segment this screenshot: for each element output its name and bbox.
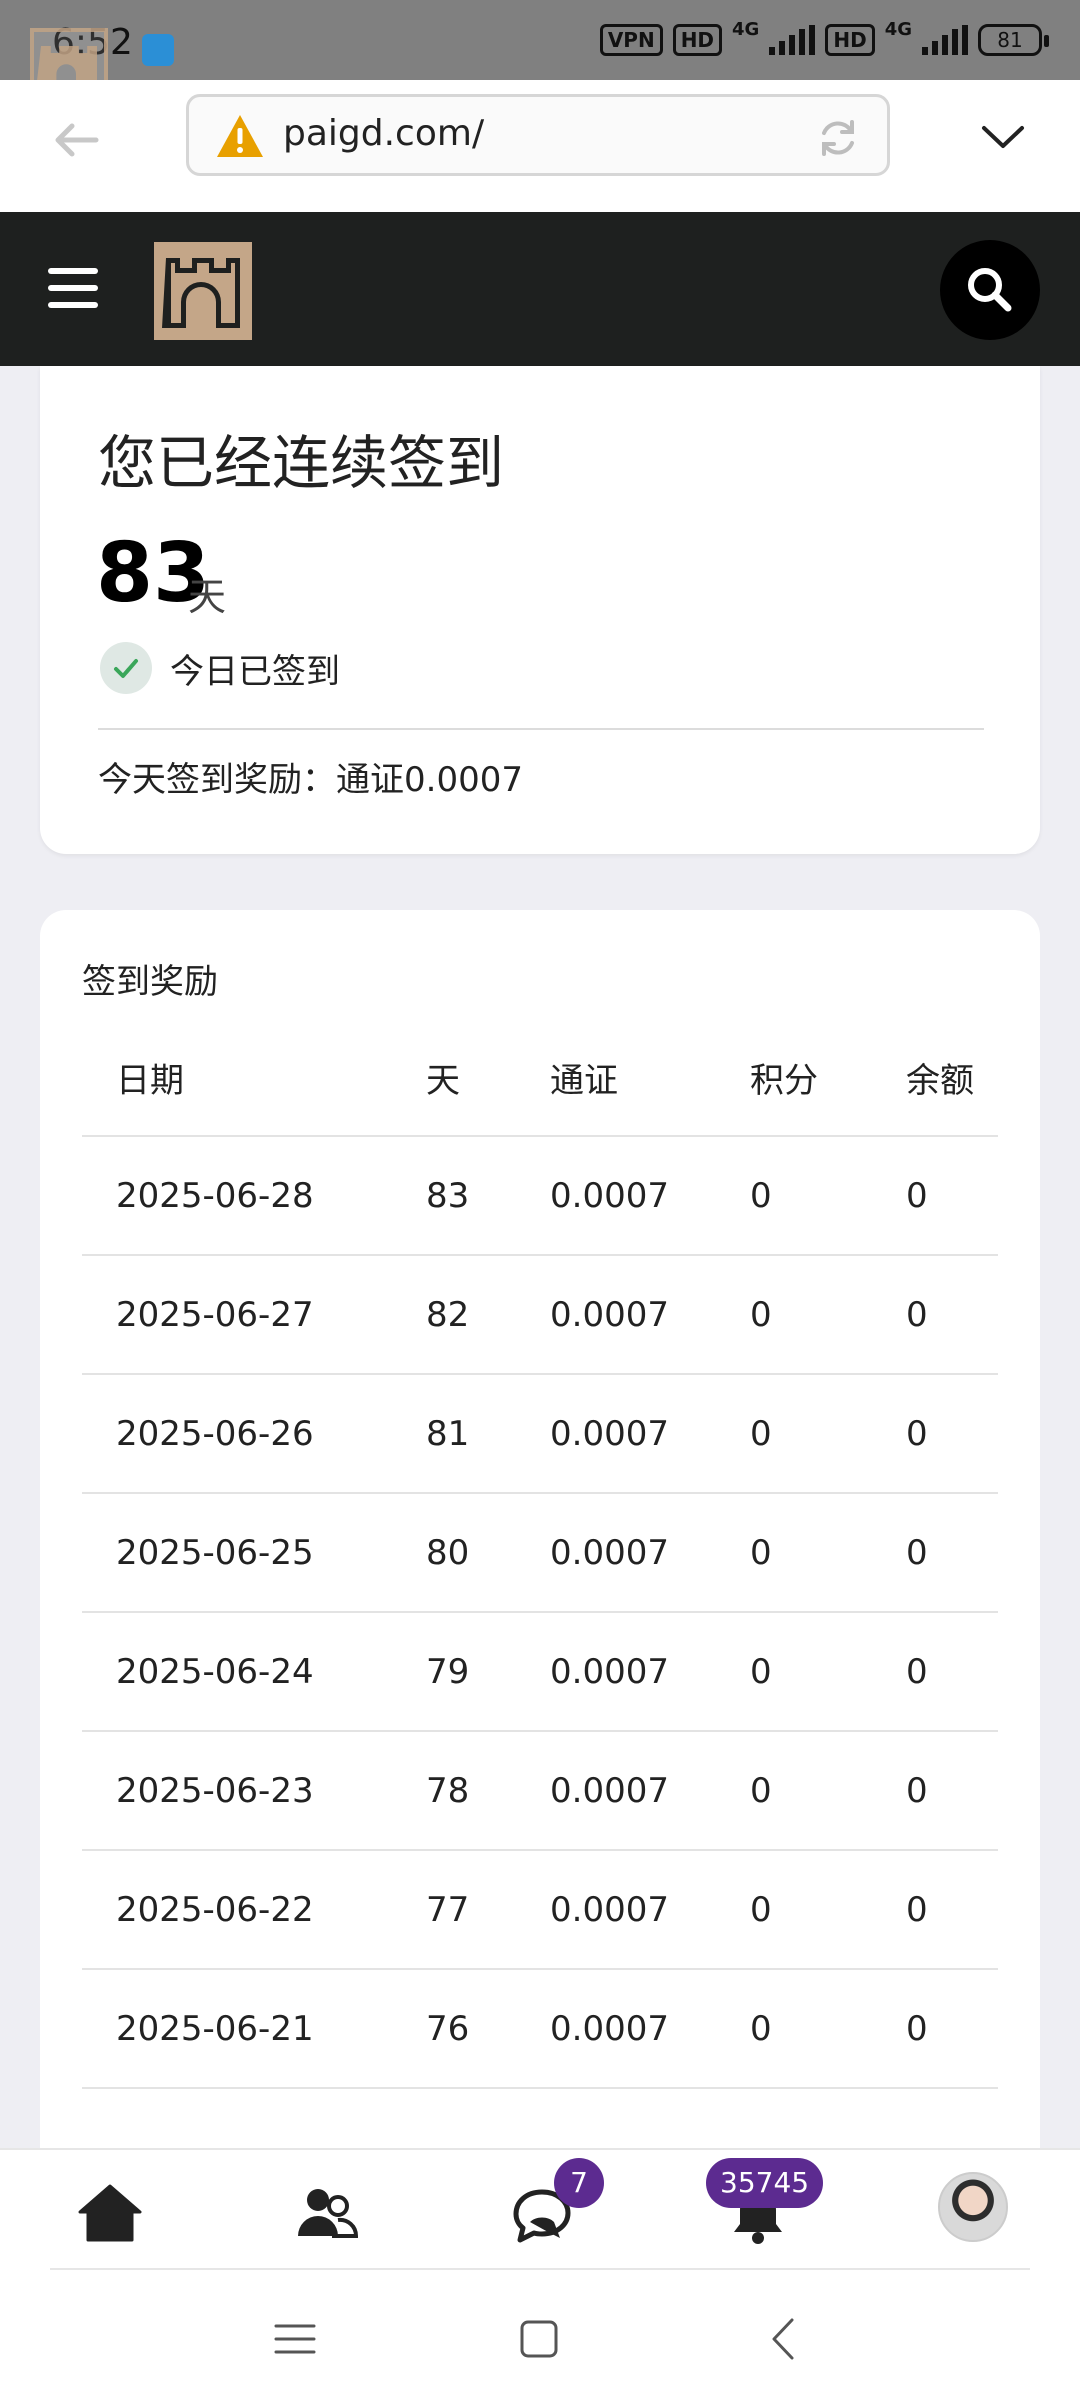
table-row: 2025-06-21 76 0.0007 0 0 — [82, 1969, 998, 2089]
table-row: 2025-06-27 82 0.0007 0 0 — [82, 1255, 998, 1375]
signal-icon-2 — [922, 25, 968, 55]
cell-date: 2025-06-28 — [82, 1136, 392, 1256]
cell-token: 0.0007 — [516, 1850, 716, 1970]
network-type-2: 4G — [884, 19, 912, 40]
cell-balance: 0 — [872, 1612, 998, 1732]
signal-icon — [769, 25, 816, 55]
rewards-title: 签到奖励 — [82, 962, 218, 1002]
cell-balance: 0 — [872, 1255, 998, 1375]
cell-points: 0 — [716, 1136, 872, 1256]
cell-balance: 0 — [872, 1731, 998, 1851]
table-row: 2025-06-24 79 0.0007 0 0 — [82, 1612, 998, 1732]
cell-date: 2025-06-24 — [82, 1612, 392, 1732]
cell-balance: 0 — [872, 1374, 998, 1494]
reload-icon[interactable] — [815, 115, 861, 161]
avatar[interactable] — [938, 2172, 1008, 2242]
cell-days: 78 — [392, 1731, 516, 1851]
cell-date: 2025-06-21 — [82, 1969, 392, 2089]
system-nav-bar — [0, 2270, 1080, 2400]
cell-points: 0 — [716, 1255, 872, 1375]
cell-token: 0.0007 — [516, 1612, 716, 1732]
column-header-balance: 余额 — [872, 1020, 998, 1137]
cell-balance: 0 — [872, 1969, 998, 2089]
streak-days-unit: 天 — [188, 575, 227, 619]
vpn-icon: VPN — [599, 24, 663, 56]
streak-title: 您已经连续签到 — [98, 429, 505, 497]
cell-date: 2025-06-22 — [82, 1850, 392, 1970]
cell-date: 2025-06-27 — [82, 1255, 392, 1375]
home-icon[interactable] — [74, 2178, 146, 2250]
bottom-nav: 7 35745 — [0, 2148, 1080, 2270]
chevron-down-icon[interactable] — [976, 110, 1030, 164]
rewards-card: 签到奖励 日期 天 通证 积分 余额 2025-06-28 83 0.0007 … — [40, 910, 1040, 2150]
site-header — [0, 212, 1080, 366]
column-header-points: 积分 — [716, 1020, 872, 1137]
notification-app-icon — [142, 34, 174, 66]
cell-points: 0 — [716, 1731, 872, 1851]
status-indicators: VPN HD 4G HD 4G 81 — [599, 19, 1049, 56]
cell-points: 0 — [716, 1493, 872, 1613]
url-text: paigd.com/ — [283, 113, 485, 154]
checked-in-status: 今日已签到 — [100, 642, 340, 694]
cell-days: 83 — [392, 1136, 516, 1256]
table-row: 2025-06-23 78 0.0007 0 0 — [82, 1731, 998, 1851]
table-header-row: 日期 天 通证 积分 余额 — [82, 1020, 998, 1137]
cell-days: 82 — [392, 1255, 516, 1375]
battery-icon: 81 — [978, 24, 1049, 56]
today-reward-text: 今天签到奖励：通证0.0007 — [98, 760, 523, 800]
cell-days: 79 — [392, 1612, 516, 1732]
cell-date: 2025-06-26 — [82, 1374, 392, 1494]
cell-days: 81 — [392, 1374, 516, 1494]
chat-badge: 7 — [554, 2158, 604, 2208]
table-row: 2025-06-22 77 0.0007 0 0 — [82, 1850, 998, 1970]
cell-points: 0 — [716, 1850, 872, 1970]
rewards-table: 日期 天 通证 积分 余额 2025-06-28 83 0.0007 0 0 2… — [82, 1020, 998, 2089]
cell-points: 0 — [716, 1374, 872, 1494]
cell-points: 0 — [716, 1969, 872, 2089]
screen: 6:52 VPN HD 4G HD 4G 81 paigd.com/ 您已经连续… — [0, 0, 1080, 2400]
column-header-token: 通证 — [516, 1020, 716, 1137]
warning-icon[interactable] — [215, 113, 265, 159]
search-button[interactable] — [940, 240, 1040, 340]
table-row: 2025-06-28 83 0.0007 0 0 — [82, 1136, 998, 1256]
table-row: 2025-06-25 80 0.0007 0 0 — [82, 1493, 998, 1613]
cell-token: 0.0007 — [516, 1136, 716, 1256]
cell-points: 0 — [716, 1612, 872, 1732]
cell-balance: 0 — [872, 1136, 998, 1256]
recent-apps-icon[interactable] — [272, 2316, 318, 2362]
search-icon — [968, 268, 1012, 312]
column-header-date: 日期 — [82, 1020, 392, 1137]
table-row: 2025-06-26 81 0.0007 0 0 — [82, 1374, 998, 1494]
checked-in-label: 今日已签到 — [170, 651, 340, 692]
browser-toolbar: paigd.com/ — [0, 80, 1080, 212]
notification-badge: 35745 — [706, 2158, 824, 2208]
cell-date: 2025-06-23 — [82, 1731, 392, 1851]
cell-days: 76 — [392, 1969, 516, 2089]
address-bar[interactable]: paigd.com/ — [186, 94, 890, 176]
cell-days: 80 — [392, 1493, 516, 1613]
cell-token: 0.0007 — [516, 1731, 716, 1851]
cell-days: 77 — [392, 1850, 516, 1970]
column-header-days: 天 — [392, 1020, 516, 1137]
cell-balance: 0 — [872, 1493, 998, 1613]
people-icon[interactable] — [290, 2178, 362, 2250]
menu-icon[interactable] — [48, 268, 98, 308]
hd-icon: HD — [672, 24, 723, 56]
check-icon — [100, 642, 152, 694]
cell-token: 0.0007 — [516, 1493, 716, 1613]
cell-token: 0.0007 — [516, 1969, 716, 2089]
checkin-streak-card: 您已经连续签到 83 天 今日已签到 今天签到奖励：通证0.0007 — [40, 366, 1040, 854]
back-button-icon[interactable] — [760, 2316, 806, 2362]
home-button-icon[interactable] — [516, 2316, 562, 2362]
cell-token: 0.0007 — [516, 1255, 716, 1375]
hd-icon-2: HD — [825, 24, 875, 56]
status-bar: 6:52 VPN HD 4G HD 4G 81 — [0, 0, 1080, 80]
site-logo[interactable] — [152, 240, 254, 342]
divider — [98, 728, 984, 730]
cell-date: 2025-06-25 — [82, 1493, 392, 1613]
network-type: 4G — [732, 19, 760, 40]
cell-token: 0.0007 — [516, 1374, 716, 1494]
cell-balance: 0 — [872, 1850, 998, 1970]
back-arrow-icon[interactable] — [46, 110, 106, 170]
